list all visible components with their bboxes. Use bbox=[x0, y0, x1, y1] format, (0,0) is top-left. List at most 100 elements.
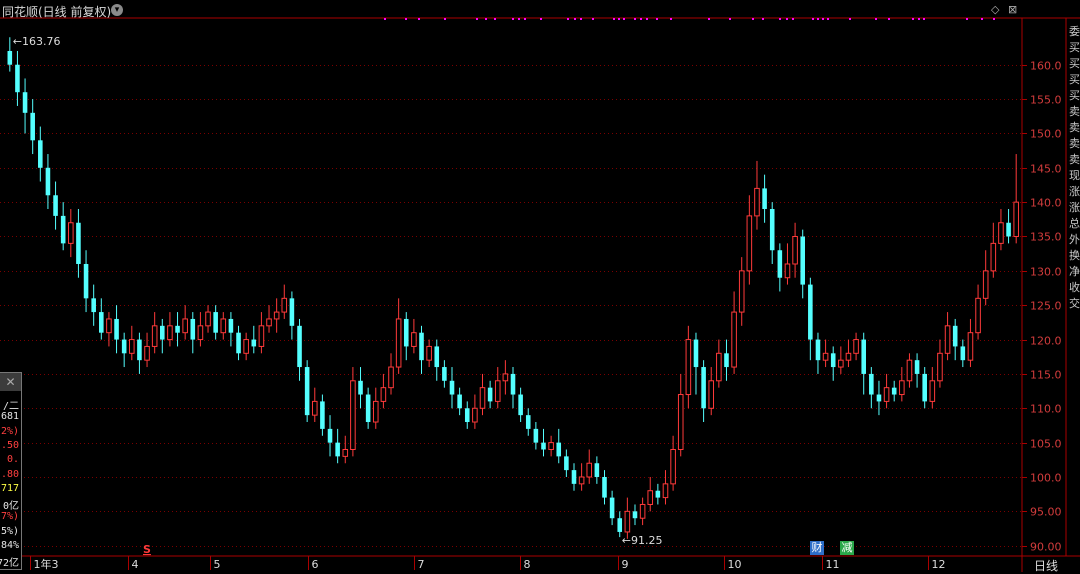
x-tick-label: 5 bbox=[214, 558, 221, 571]
candle-body bbox=[998, 222, 1004, 244]
y-tick-label: 120.0 bbox=[1030, 335, 1062, 348]
candle-body bbox=[541, 442, 546, 450]
candle-body bbox=[30, 112, 35, 141]
candle-body bbox=[243, 339, 249, 354]
candle-body bbox=[129, 339, 135, 354]
signal-dot bbox=[888, 18, 890, 20]
side-panel-row: 2%) bbox=[0, 425, 19, 437]
side-panel-row: 7%) bbox=[0, 511, 19, 523]
candle-body bbox=[662, 483, 669, 499]
candle-body bbox=[205, 311, 211, 327]
candle-body bbox=[990, 242, 997, 272]
candle-body bbox=[853, 339, 859, 354]
side-panel-row: 0. bbox=[6, 454, 19, 466]
quote-side-panel: ✕ /二681 2%) .50 0. .80 717 0亿7%) 5%) 84% 72亿 bbox=[0, 372, 22, 570]
chevron-down-icon[interactable]: ▾ bbox=[111, 4, 123, 16]
right-indicator-label: 外 bbox=[1069, 233, 1080, 246]
y-tick-label: 160.0 bbox=[1030, 60, 1062, 73]
candle-body bbox=[60, 215, 66, 244]
candle-body bbox=[182, 318, 188, 334]
side-panel-row: 84% bbox=[0, 540, 19, 551]
candle-body bbox=[7, 50, 13, 65]
x-tick-label: 11 bbox=[826, 558, 840, 571]
signal-dot bbox=[580, 18, 582, 20]
y-tick-label: 155.0 bbox=[1030, 94, 1062, 107]
signal-dot bbox=[918, 18, 920, 20]
candle-body bbox=[518, 394, 523, 416]
candle-body bbox=[548, 442, 554, 450]
candle-body bbox=[350, 380, 356, 450]
badge-cai[interactable]: 财 bbox=[810, 541, 824, 555]
right-indicator-label: 净 bbox=[1069, 265, 1080, 278]
x-tick-label: 1年3 bbox=[34, 557, 59, 571]
candle-body bbox=[197, 325, 204, 341]
badge-jian[interactable]: 减 bbox=[840, 541, 854, 555]
candle-body bbox=[281, 297, 288, 313]
x-tick-label: 6 bbox=[312, 558, 319, 571]
candle-body bbox=[213, 312, 218, 333]
candle-body bbox=[449, 380, 455, 395]
right-indicator-column: 委买买买买卖卖卖卖现涨涨总外换净收交 bbox=[1069, 24, 1080, 312]
y-tick-label: 145.0 bbox=[1030, 163, 1062, 176]
candle-body bbox=[68, 222, 74, 244]
signal-dot bbox=[786, 18, 788, 20]
candle-body bbox=[297, 325, 302, 368]
candle-body bbox=[967, 332, 974, 361]
right-indicator-label: 买 bbox=[1069, 41, 1080, 54]
right-indicator-label: 总 bbox=[1069, 217, 1080, 230]
candle-body bbox=[372, 400, 379, 423]
candle-body bbox=[487, 387, 493, 402]
candle-body bbox=[639, 503, 646, 519]
candle-body bbox=[914, 360, 920, 374]
low-price-label: ←91.25 bbox=[622, 534, 663, 547]
signal-dot bbox=[494, 18, 496, 20]
right-indicator-label: 买 bbox=[1069, 89, 1080, 102]
candle-body bbox=[738, 270, 745, 313]
x-tick-label: 7 bbox=[418, 558, 425, 571]
candle-body bbox=[937, 352, 943, 382]
signal-dot bbox=[634, 18, 636, 20]
candle-body bbox=[869, 373, 874, 395]
close-icon[interactable]: ✕ bbox=[0, 373, 21, 391]
chart-title: 同花顺(日线 前复权) bbox=[2, 5, 112, 19]
candle-body bbox=[403, 318, 409, 347]
candle-body bbox=[906, 359, 913, 382]
right-indicator-label: 委 bbox=[1069, 25, 1080, 38]
signal-dot bbox=[512, 18, 514, 20]
candle-body bbox=[655, 490, 661, 498]
candle-body bbox=[784, 263, 791, 279]
side-panel-row: .80 bbox=[0, 468, 19, 480]
candle-body bbox=[609, 497, 615, 519]
x-tick-label: 4 bbox=[132, 558, 139, 571]
close-box-icon[interactable]: ⊠ bbox=[1008, 3, 1017, 16]
candle-body bbox=[861, 339, 866, 374]
period-label[interactable]: 日线 bbox=[1034, 557, 1058, 574]
candle-body bbox=[38, 140, 43, 168]
y-tick-label: 100.0 bbox=[1030, 472, 1062, 485]
candle-body bbox=[411, 332, 417, 347]
candle-body bbox=[426, 345, 432, 361]
candle-body bbox=[754, 187, 760, 217]
y-tick-label: 125.0 bbox=[1030, 300, 1062, 313]
y-tick-label: 130.0 bbox=[1030, 266, 1062, 279]
candle-body bbox=[564, 456, 569, 471]
candle-body bbox=[883, 387, 890, 402]
candle-body bbox=[876, 394, 882, 402]
candle-body bbox=[472, 407, 478, 423]
diamond-icon[interactable]: ◇ bbox=[991, 3, 999, 16]
candle-body bbox=[701, 367, 706, 409]
candle-body bbox=[594, 463, 600, 477]
candle-body bbox=[91, 298, 96, 313]
y-tick-label: 135.0 bbox=[1030, 231, 1062, 244]
candle-body bbox=[1006, 222, 1011, 237]
signal-dot bbox=[592, 18, 594, 20]
candle-body bbox=[838, 359, 844, 368]
signal-dot bbox=[405, 18, 407, 20]
candle-body bbox=[388, 366, 394, 389]
candle-body bbox=[525, 415, 531, 429]
candle-body bbox=[822, 352, 829, 361]
candle-body bbox=[899, 380, 905, 396]
y-tick-label: 110.0 bbox=[1030, 403, 1062, 416]
signal-dot bbox=[981, 18, 983, 20]
signal-dot bbox=[384, 18, 386, 20]
